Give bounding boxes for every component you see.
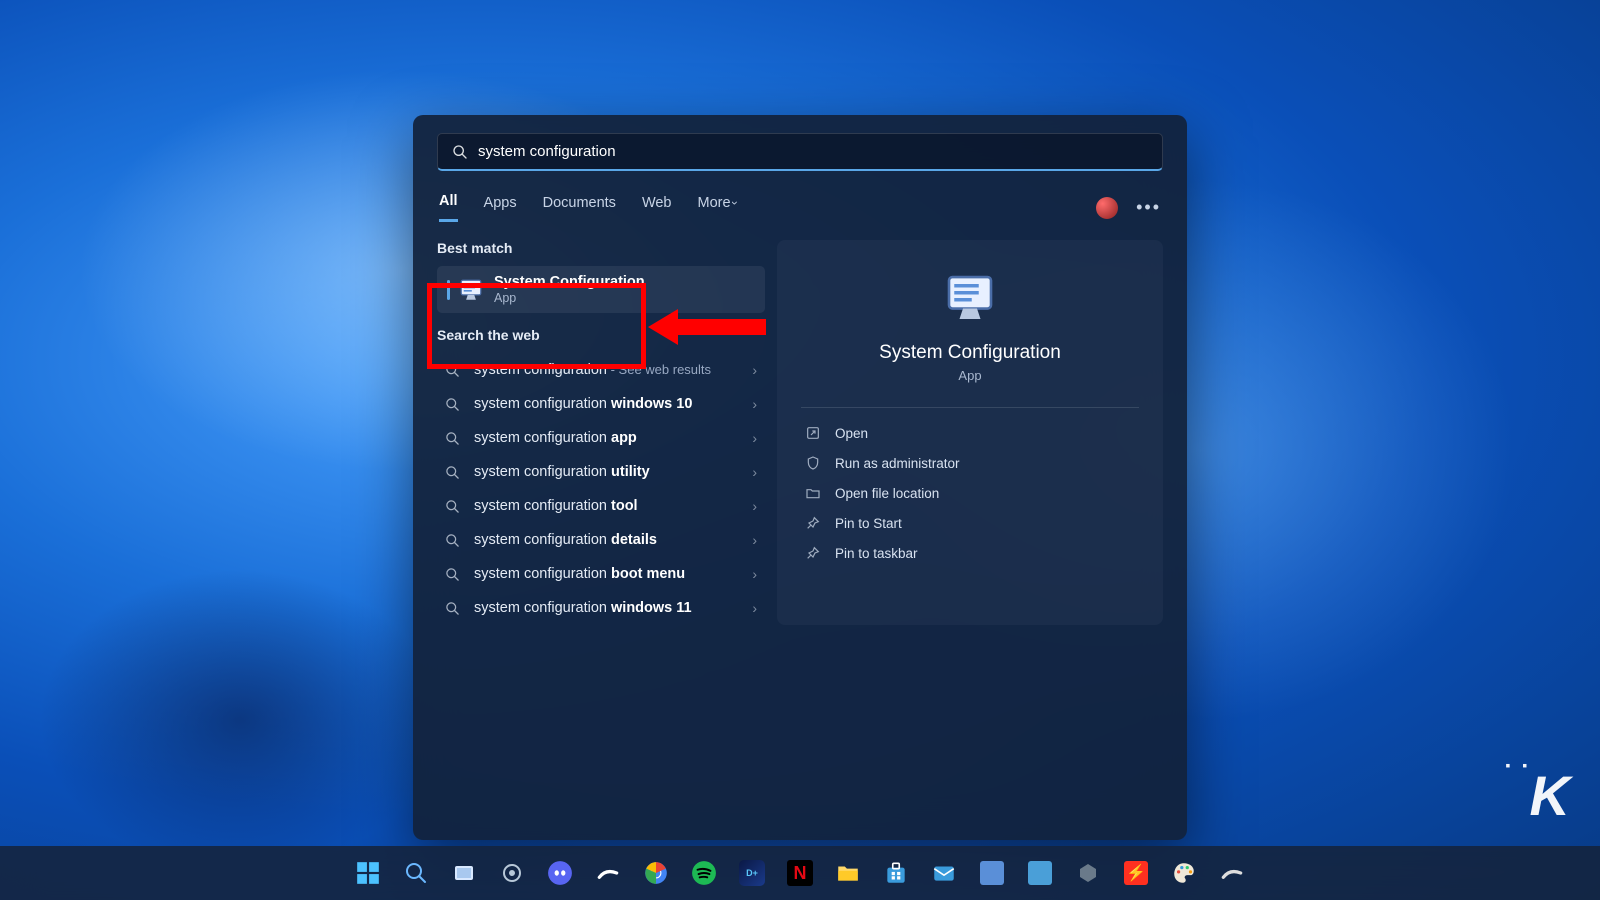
taskbar-discord-icon[interactable]	[541, 854, 579, 892]
search-icon	[445, 465, 460, 480]
pin-icon	[805, 545, 821, 561]
web-result-2[interactable]: system configuration app›	[437, 421, 765, 455]
search-icon	[452, 144, 468, 160]
shield-icon	[805, 455, 821, 471]
chevron-right-icon: ›	[752, 362, 757, 378]
folder-icon	[805, 485, 821, 501]
action-label: Pin to taskbar	[835, 546, 918, 561]
action-open[interactable]: Open	[801, 418, 1139, 448]
search-box[interactable]	[437, 133, 1163, 171]
search-input[interactable]	[478, 143, 1148, 160]
search-icon	[445, 601, 460, 616]
action-open-file-location[interactable]: Open file location	[801, 478, 1139, 508]
taskbar-mail-icon[interactable]	[925, 854, 963, 892]
taskbar-disney-icon[interactable]: D+	[733, 854, 771, 892]
chevron-right-icon: ›	[752, 532, 757, 548]
taskbar-app-icon-3[interactable]	[1069, 854, 1107, 892]
taskbar-store-icon[interactable]	[877, 854, 915, 892]
web-result-6[interactable]: system configuration boot menu›	[437, 557, 765, 591]
user-avatar[interactable]	[1096, 197, 1118, 219]
action-label: Pin to Start	[835, 516, 902, 531]
preview-app-icon	[942, 270, 998, 326]
web-result-5[interactable]: system configuration details›	[437, 523, 765, 557]
chevron-right-icon: ›	[752, 464, 757, 480]
web-result-text: system configuration details	[474, 532, 752, 548]
pin-icon	[805, 515, 821, 531]
watermark-logo: K	[1530, 763, 1570, 828]
best-match-label: Best match	[437, 240, 765, 256]
tab-documents[interactable]: Documents	[543, 195, 616, 221]
web-result-text: system configuration tool	[474, 498, 752, 514]
chevron-right-icon: ›	[752, 430, 757, 446]
chevron-right-icon: ›	[752, 396, 757, 412]
chevron-right-icon: ›	[752, 600, 757, 616]
taskbar-spotify-icon[interactable]	[685, 854, 723, 892]
taskbar-app-icon-2[interactable]	[1021, 854, 1059, 892]
chevron-right-icon: ›	[752, 498, 757, 514]
open-icon	[805, 425, 821, 441]
taskbar-netflix-icon[interactable]: N	[781, 854, 819, 892]
preview-pane: System Configuration App Open Run as admi…	[777, 240, 1163, 625]
tab-web[interactable]: Web	[642, 195, 672, 221]
web-result-1[interactable]: system configuration windows 10›	[437, 387, 765, 421]
taskbar-app-icon-4[interactable]: ⚡	[1117, 854, 1155, 892]
tab-more[interactable]: More	[698, 195, 737, 221]
chevron-right-icon: ›	[752, 566, 757, 582]
search-icon	[445, 397, 460, 412]
web-result-0[interactable]: system configuration - See web results›	[437, 353, 765, 387]
taskbar-explorer-icon[interactable]	[829, 854, 867, 892]
preview-title: System Configuration	[801, 342, 1139, 364]
search-icon	[445, 567, 460, 582]
web-result-text: system configuration utility	[474, 464, 752, 480]
search-icon	[445, 363, 460, 378]
selection-accent	[447, 280, 450, 300]
action-label: Open file location	[835, 486, 939, 501]
web-result-7[interactable]: system configuration windows 11›	[437, 591, 765, 625]
taskbar-steam-icon-2[interactable]	[1213, 854, 1251, 892]
taskbar-start-button[interactable]	[349, 854, 387, 892]
divider	[801, 407, 1139, 408]
search-icon	[445, 533, 460, 548]
tab-apps[interactable]: Apps	[484, 195, 517, 221]
more-options-button[interactable]: •••	[1136, 197, 1161, 218]
tab-all[interactable]: All	[439, 193, 458, 222]
results-column: Best match System Configuration App Sear…	[437, 240, 765, 625]
preview-subtitle: App	[801, 368, 1139, 383]
web-result-text: system configuration app	[474, 430, 752, 446]
taskbar: D+ N ⚡	[0, 846, 1600, 900]
action-label: Open	[835, 426, 868, 441]
taskbar-app-icon-1[interactable]	[973, 854, 1011, 892]
web-result-text: system configuration boot menu	[474, 566, 752, 582]
system-configuration-icon	[458, 277, 484, 303]
taskbar-chrome-icon[interactable]	[637, 854, 675, 892]
search-web-label: Search the web	[437, 327, 765, 343]
web-result-text: system configuration - See web results	[474, 362, 752, 378]
best-match-result[interactable]: System Configuration App	[437, 266, 765, 313]
result-title: System Configuration	[494, 274, 645, 290]
action-label: Run as administrator	[835, 456, 960, 471]
taskbar-settings-icon[interactable]	[493, 854, 531, 892]
search-icon	[445, 499, 460, 514]
start-search-panel: All Apps Documents Web More ••• Best mat…	[413, 115, 1187, 840]
action-pin-to-start[interactable]: Pin to Start	[801, 508, 1139, 538]
taskbar-paint-icon[interactable]	[1165, 854, 1203, 892]
action-run-as-administrator[interactable]: Run as administrator	[801, 448, 1139, 478]
web-result-text: system configuration windows 11	[474, 600, 752, 616]
result-subtitle: App	[494, 291, 645, 305]
web-result-text: system configuration windows 10	[474, 396, 752, 412]
web-result-3[interactable]: system configuration utility›	[437, 455, 765, 489]
action-pin-to-taskbar[interactable]: Pin to taskbar	[801, 538, 1139, 568]
search-icon	[445, 431, 460, 446]
taskbar-taskview-button[interactable]	[445, 854, 483, 892]
search-filter-tabs: All Apps Documents Web More •••	[437, 193, 1163, 222]
taskbar-search-button[interactable]	[397, 854, 435, 892]
web-result-4[interactable]: system configuration tool›	[437, 489, 765, 523]
taskbar-steam-icon[interactable]	[589, 854, 627, 892]
